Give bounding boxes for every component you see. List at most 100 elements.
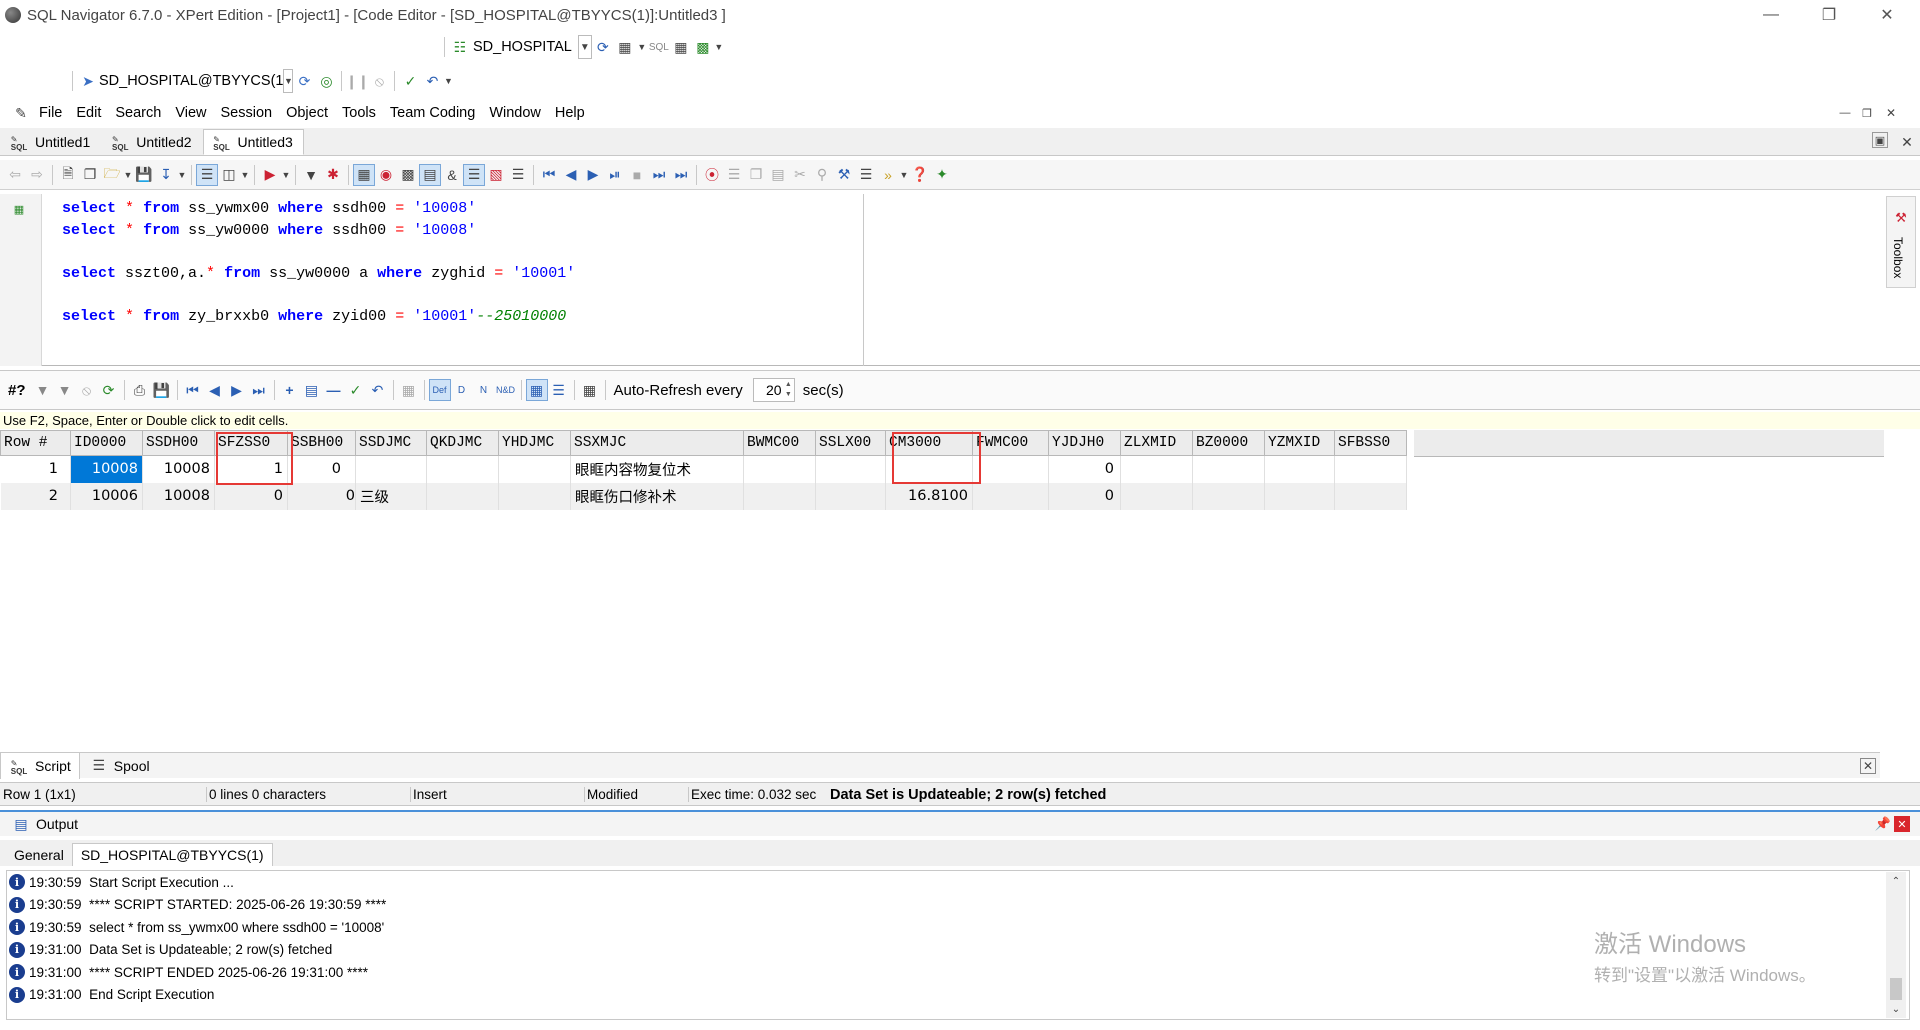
paste-icon[interactable]: ▤ [767,164,789,186]
mdi-minimize-icon[interactable]: — [1834,102,1856,124]
grid-cell[interactable] [1334,482,1407,510]
watch-icon[interactable]: ☰ [723,164,745,186]
grid-cell[interactable] [743,482,816,510]
mdi-close-icon[interactable]: ✕ [1880,102,1902,124]
back-icon[interactable]: ⇦ [4,164,26,186]
filter-grid-icon[interactable]: ▼ [32,379,54,401]
session-icon[interactable]: ➤ [77,70,99,92]
table-row[interactable]: 2 10006 10008 0 0 三级 眼眶伤口修补术 16.8100 0 [0,482,1407,510]
menu-session[interactable]: Session [214,105,280,121]
network-icon[interactable]: ▦ [614,36,636,58]
grid-cell[interactable]: 0 [214,482,288,510]
commit-icon[interactable]: ✓ [399,70,421,92]
breakpoint-icon[interactable]: ⦿ [701,164,723,186]
column-header[interactable]: YZMXID [1264,430,1335,456]
export-icon[interactable]: ▩ [692,36,714,58]
split-view-icon[interactable]: ◫ [218,164,240,186]
save-dropdown-icon[interactable]: ▼ [177,164,187,186]
find-icon[interactable]: ⚲ [811,164,833,186]
open-folder-icon[interactable]: 🗁 [101,164,123,186]
grid-cell-selected[interactable]: 10008 [70,455,143,483]
scroll-down-icon[interactable]: ⌄ [1886,1000,1906,1018]
grid-cell[interactable] [1334,455,1407,483]
grid-cell[interactable]: 16.8100 [885,482,973,510]
stop-icon[interactable]: ⦸ [368,70,390,92]
pause-icon[interactable]: ❙❙ [346,70,369,92]
grid-cell[interactable] [1120,455,1193,483]
close-window-button[interactable]: ✕ [1858,0,1916,30]
n-icon[interactable]: N [473,379,495,401]
open-dropdown-icon[interactable]: ▼ [123,164,133,186]
grid-cell[interactable]: 眼眶伤口修补术 [570,482,744,510]
menu-window[interactable]: Window [482,105,548,121]
close-results-icon[interactable]: ✕ [1860,757,1876,774]
connection-dropdown-icon[interactable]: ▼ [577,35,592,59]
grid-cell[interactable]: 10006 [70,482,143,510]
scroll-thumb[interactable] [1890,978,1902,1000]
menu-search[interactable]: Search [108,105,168,121]
duplicate-record-icon[interactable]: ▤ [301,379,323,401]
table-icon[interactable]: ▦ [670,36,692,58]
form-view-icon[interactable]: ☰ [548,379,570,401]
column-header[interactable]: SSDJMC [355,430,427,456]
tab-untitled1[interactable]: ✎ SQL Untitled1 [0,129,101,155]
run-options-dropdown-icon[interactable]: ▼ [281,164,291,186]
tab-spool[interactable]: ☰ Spool [80,753,158,779]
nd-icon[interactable]: N&D [495,379,517,401]
column-header[interactable]: YJDJH0 [1048,430,1121,456]
grid-cell[interactable] [1120,482,1193,510]
split-dropdown-icon[interactable]: ▼ [240,164,250,186]
first-record-icon[interactable]: ⏮ [182,379,204,401]
list-icon[interactable]: ☰ [855,164,877,186]
first-icon[interactable]: ⏮ [538,164,560,186]
connection-tree-icon[interactable]: ☷ [449,36,471,58]
grid-cell[interactable]: 0 [287,482,356,510]
filter-icon[interactable]: ▼ [300,164,322,186]
step-back-icon[interactable]: ◀ [560,164,582,186]
rollback-icon[interactable]: ↶ [421,70,443,92]
more-icon[interactable]: » [877,164,899,186]
minimize-button[interactable]: — [1742,0,1800,30]
save-as-icon[interactable]: ↧ [155,164,177,186]
grid-cell[interactable] [743,455,816,483]
menu-file[interactable]: File [32,105,69,121]
wand-icon[interactable]: ✦ [931,164,953,186]
grid-cell[interactable] [815,482,886,510]
step-over-icon[interactable]: ⏭ [648,164,670,186]
cut-icon[interactable]: ✂ [789,164,811,186]
column-header[interactable]: FWMC00 [972,430,1049,456]
link-icon[interactable]: & [441,164,463,186]
sql-icon[interactable]: SQL [648,36,670,58]
grid-cell[interactable] [1264,482,1335,510]
grid-cell[interactable] [355,455,427,483]
columns-icon[interactable]: ▦ [579,379,601,401]
grid-cell[interactable]: 0 [1048,455,1121,483]
grid-cell[interactable]: 0 [1048,482,1121,510]
row-number-cell[interactable]: 1 [0,455,71,483]
column-header[interactable]: ZLXMID [1120,430,1193,456]
column-header[interactable]: SFBSS0 [1334,430,1407,456]
forward-icon[interactable]: ⇨ [26,164,48,186]
grid-cell[interactable] [426,455,499,483]
explain-icon[interactable]: ▩ [397,164,419,186]
column-header[interactable]: YHDJMC [498,430,571,456]
grid-cell[interactable] [815,455,886,483]
grid-cell[interactable] [1192,482,1265,510]
editor-splitter[interactable] [863,194,864,366]
row-number-cell[interactable]: 2 [0,482,71,510]
post-icon[interactable]: ✓ [345,379,367,401]
output-scrollbar[interactable]: ⌃ ⌄ [1886,872,1906,1018]
tab-untitled3[interactable]: ✎ SQL Untitled3 [202,129,304,155]
tab-untitled2[interactable]: ✎ SQL Untitled2 [101,129,202,155]
rollback-dropdown-icon[interactable]: ▼ [443,70,453,92]
stop-exec-icon[interactable]: ■ [626,164,648,186]
grid-view-icon[interactable]: ▦ [525,379,548,401]
grid-cell[interactable]: 10008 [142,482,215,510]
help-icon[interactable]: ❓ [909,164,931,186]
mdi-restore-icon[interactable]: ❐ [1856,102,1878,124]
grid-cell[interactable]: 10008 [142,455,215,483]
copy-icon[interactable]: ❐ [745,164,767,186]
export-dropdown-icon[interactable]: ▼ [714,36,724,58]
panel-restore-icon[interactable]: ▣ [1872,132,1888,148]
menu-tools[interactable]: Tools [335,105,383,121]
